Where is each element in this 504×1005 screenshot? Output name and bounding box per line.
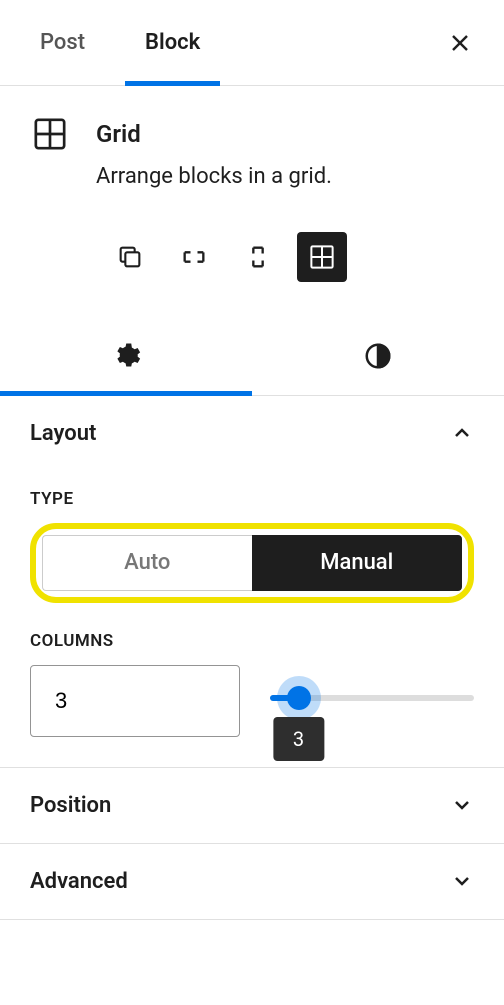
close-button[interactable] — [438, 21, 482, 65]
group-icon — [116, 243, 144, 271]
transform-stack-button[interactable] — [233, 232, 283, 282]
block-description: Arrange blocks in a grid. — [96, 162, 332, 192]
layout-section-body: TYPE Auto Manual COLUMNS 3 — [0, 489, 504, 768]
position-section-title: Position — [30, 793, 111, 818]
block-title: Grid — [96, 120, 332, 148]
chevron-down-icon — [450, 793, 474, 817]
type-label: TYPE — [30, 489, 474, 509]
columns-control: 3 — [30, 665, 474, 737]
row-icon — [180, 243, 208, 271]
block-header: Grid Arrange blocks in a grid. — [0, 86, 504, 214]
stack-icon — [244, 243, 272, 271]
transform-row-button[interactable] — [169, 232, 219, 282]
close-icon — [448, 31, 472, 55]
grid-icon — [307, 242, 337, 272]
tab-block[interactable]: Block — [115, 0, 230, 85]
columns-label: COLUMNS — [30, 631, 474, 651]
position-section-toggle[interactable]: Position — [0, 768, 504, 844]
layout-section-title: Layout — [30, 421, 96, 446]
settings-subtab[interactable] — [0, 318, 252, 395]
slider-thumb[interactable] — [287, 686, 311, 710]
type-segmented-control: Auto Manual — [30, 523, 474, 603]
inspector-subtabs — [0, 318, 504, 396]
tab-post[interactable]: Post — [10, 0, 115, 85]
columns-input[interactable] — [30, 665, 240, 737]
advanced-section-toggle[interactable]: Advanced — [0, 844, 504, 920]
contrast-icon — [363, 341, 393, 371]
slider-tooltip: 3 — [273, 717, 324, 761]
chevron-up-icon — [450, 421, 474, 445]
type-auto-button[interactable]: Auto — [42, 535, 252, 591]
type-manual-button[interactable]: Manual — [252, 535, 463, 591]
styles-subtab[interactable] — [252, 318, 504, 395]
chevron-down-icon — [450, 869, 474, 893]
inspector-tabs: Post Block — [0, 0, 504, 86]
advanced-section-title: Advanced — [30, 869, 128, 894]
columns-slider[interactable]: 3 — [270, 665, 474, 701]
gear-icon — [111, 341, 141, 371]
transform-group-button[interactable] — [105, 232, 155, 282]
layout-section-toggle[interactable]: Layout — [0, 396, 504, 471]
grid-icon — [30, 114, 70, 154]
transform-options — [0, 214, 504, 318]
transform-grid-button[interactable] — [297, 232, 347, 282]
slider-track — [270, 695, 474, 701]
